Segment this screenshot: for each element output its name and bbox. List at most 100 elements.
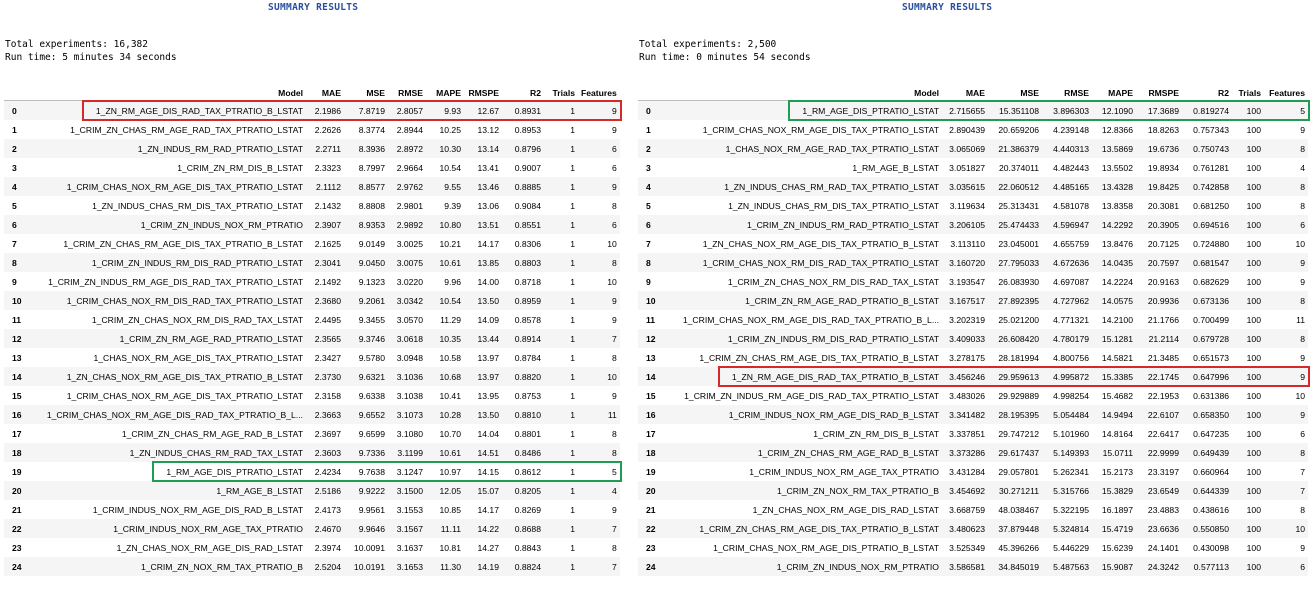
cell-r2: 0.761281 [1193, 162, 1229, 173]
header-row: Model MAE MSE RMSE MAPE RMSPE R2 Trials Features [4, 85, 620, 101]
cell-model: 1_ZN_CHAS_NOX_RM_AGE_DIS_RAD_LSTAT [752, 504, 939, 515]
cell-features: 9 [578, 291, 620, 310]
cell-rmspe: 13.50 [464, 291, 502, 310]
cell-model: 1_CHAS_NOX_RM_AGE_DIS_TAX_PTRATIO_LSTAT [93, 352, 304, 363]
cell-rmse: 2.9664 [396, 162, 423, 173]
cell-rmse: 3.1637 [396, 542, 423, 553]
cell-model: 1_ZN_INDUS_CHAS_RM_DIS_TAX_PTRATIO_LSTAT [728, 200, 939, 211]
cell-mape: 10.25 [439, 124, 461, 135]
table-row: 24 1_CRIM_ZN_NOX_RM_TAX_PTRATIO_B 2.5204 10… [4, 557, 620, 576]
cell-rmspe: 12.67 [464, 100, 502, 120]
table-row: 6 1_CRIM_ZN_INDUS_NOX_RM_PTRATIO 2.3907 8.9… [4, 215, 620, 234]
cell-mae: 2.5186 [306, 481, 344, 500]
table-row: 16 1_CRIM_CHAS_NOX_RM_AGE_DIS_RAD_TAX_PTR… [4, 405, 620, 424]
cell-mae: 3.051827 [949, 162, 985, 173]
cell-mae: 2.5204 [306, 557, 344, 576]
cell-r2: 0.8688 [502, 519, 544, 538]
cell-model: 1_CRIM_ZN_RM_DIS_B_LSTAT [177, 162, 303, 173]
cell-model: 1_RM_AGE_B_LSTAT [26, 481, 306, 500]
cell-mae: 3.456246 [942, 367, 988, 386]
cell-index: 19 [646, 466, 656, 477]
cell-mape: 12.8366 [1101, 124, 1133, 135]
cell-r2: 0.8612 [514, 466, 541, 477]
cell-mae: 3.278175 [949, 352, 985, 363]
cell-features: 6 [578, 215, 620, 234]
cell-model: 1_CRIM_ZN_RM_DIS_B_LSTAT [813, 428, 939, 439]
cell-features: 6 [1264, 215, 1308, 234]
cell-rmse: 2.9892 [388, 215, 426, 234]
cell-model: 1_CRIM_CHAS_NOX_RM_AGE_DIS_PTRATIO_B_LST… [713, 542, 939, 553]
cell-trials: 100 [1232, 215, 1264, 234]
cell-mae: 3.431284 [949, 466, 985, 477]
cell-mse: 22.060512 [988, 177, 1042, 196]
cell-rmse: 2.8944 [396, 124, 423, 135]
cell-index: 14 [4, 367, 26, 386]
table-row: 7 1_CRIM_ZN_CHAS_RM_AGE_DIS_TAX_PTRATIO_B… [4, 234, 620, 253]
cell-r2: 0.8784 [514, 352, 541, 363]
cell-index: 24 [4, 557, 26, 576]
cell-mape: 9.96 [444, 276, 461, 287]
cell-features: 8 [612, 428, 617, 439]
cell-rmspe: 13.14 [464, 139, 502, 158]
cell-index: 2 [4, 139, 26, 158]
cell-mape: 13.4328 [1092, 177, 1136, 196]
cell-mae: 2.3974 [314, 542, 341, 553]
cell-mse: 48.038467 [998, 504, 1039, 515]
results-table: Model MAE MSE RMSE MAPE RMSPE R2 Trials Features… [4, 85, 620, 576]
cell-index: 8 [638, 253, 660, 272]
cell-features: 8 [1264, 443, 1308, 462]
column-header-features: Features [578, 85, 620, 101]
table-row: 0 1_ZN_RM_AGE_DIS_RAD_TAX_PTRATIO_B_LSTAT… [4, 100, 620, 120]
cell-mse: 20.374011 [999, 162, 1039, 173]
cell-mape: 15.4682 [1101, 390, 1133, 401]
table-row: 7 1_ZN_CHAS_NOX_RM_AGE_DIS_TAX_PTRATIO_B_… [638, 234, 1308, 253]
cell-model: 1_ZN_CHAS_NOX_RM_AGE_DIS_TAX_PTRATIO_B_L… [702, 238, 939, 249]
run-info: Total experiments: 2,500 Run time: 0 min… [639, 38, 811, 64]
cell-mse: 8.8577 [344, 177, 388, 196]
cell-rmse: 3.1036 [388, 367, 426, 386]
cell-mse: 10.0191 [344, 557, 388, 576]
cell-features: 8 [1300, 200, 1305, 211]
column-header-r2: R2 [502, 85, 544, 101]
cell-index: 22 [4, 519, 26, 538]
cell-features: 9 [1300, 276, 1305, 287]
cell-mse: 15.351108 [988, 100, 1042, 120]
cell-r2: 0.9007 [514, 162, 541, 173]
cell-index: 9 [12, 276, 17, 287]
cell-mse: 9.6599 [358, 428, 385, 439]
cell-mae: 3.409033 [942, 329, 988, 348]
cell-r2: 0.700499 [1193, 314, 1229, 325]
cell-r2: 0.8959 [502, 291, 544, 310]
cell-model: 1_CRIM_ZN_CHAS_RM_AGE_DIS_TAX_PTRATIO_B_… [660, 519, 942, 538]
cell-rmse: 3.1653 [388, 557, 426, 576]
table-row: 14 1_ZN_CHAS_NOX_RM_AGE_DIS_TAX_PTRATIO_B… [4, 367, 620, 386]
cell-rmse: 3.0618 [388, 329, 426, 348]
cell-index: 17 [12, 428, 22, 439]
cell-mae: 3.202319 [949, 314, 985, 325]
cell-trials: 100 [1246, 390, 1261, 401]
cell-features: 8 [578, 253, 620, 272]
cell-features: 7 [578, 519, 620, 538]
cell-r2: 0.8803 [502, 253, 544, 272]
cell-mse: 45.396266 [998, 542, 1039, 553]
cell-mse: 9.9561 [358, 504, 385, 515]
cell-mse: 29.959613 [988, 367, 1042, 386]
summary-title: SUMMARY RESULTS [268, 2, 359, 13]
cell-rmspe: 20.9936 [1136, 291, 1182, 310]
cell-model: 1_CRIM_ZN_CHAS_NOX_RM_DIS_RAD_TAX_LSTAT [91, 314, 303, 325]
table-row: 2 1_CHAS_NOX_RM_AGE_RAD_TAX_PTRATIO_LSTAT… [638, 139, 1308, 158]
cell-r2: 0.649439 [1182, 443, 1232, 462]
table-row: 16 1_CRIM_INDUS_NOX_RM_AGE_DIS_RAD_B_LSTA… [638, 405, 1308, 424]
table-row: 19 1_CRIM_INDUS_NOX_RM_AGE_TAX_PTRATIO 3.4… [638, 462, 1308, 481]
cell-rmse: 5.446229 [1053, 542, 1089, 553]
cell-mape: 13.5869 [1092, 139, 1136, 158]
cell-index: 23 [12, 542, 22, 553]
cell-mse: 26.608420 [988, 329, 1042, 348]
table-row: 24 1_CRIM_ZN_INDUS_NOX_RM_PTRATIO 3.586581… [638, 557, 1308, 576]
cell-trials: 100 [1232, 139, 1264, 158]
cell-r2: 0.742858 [1182, 177, 1232, 196]
cell-rmspe: 14.27 [477, 542, 499, 553]
cell-model: 1_CRIM_ZN_CHAS_RM_AGE_DIS_TAX_PTRATIO_B_… [63, 238, 303, 249]
cell-mse: 9.5780 [358, 352, 385, 363]
cell-rmse: 3.1080 [396, 428, 423, 439]
